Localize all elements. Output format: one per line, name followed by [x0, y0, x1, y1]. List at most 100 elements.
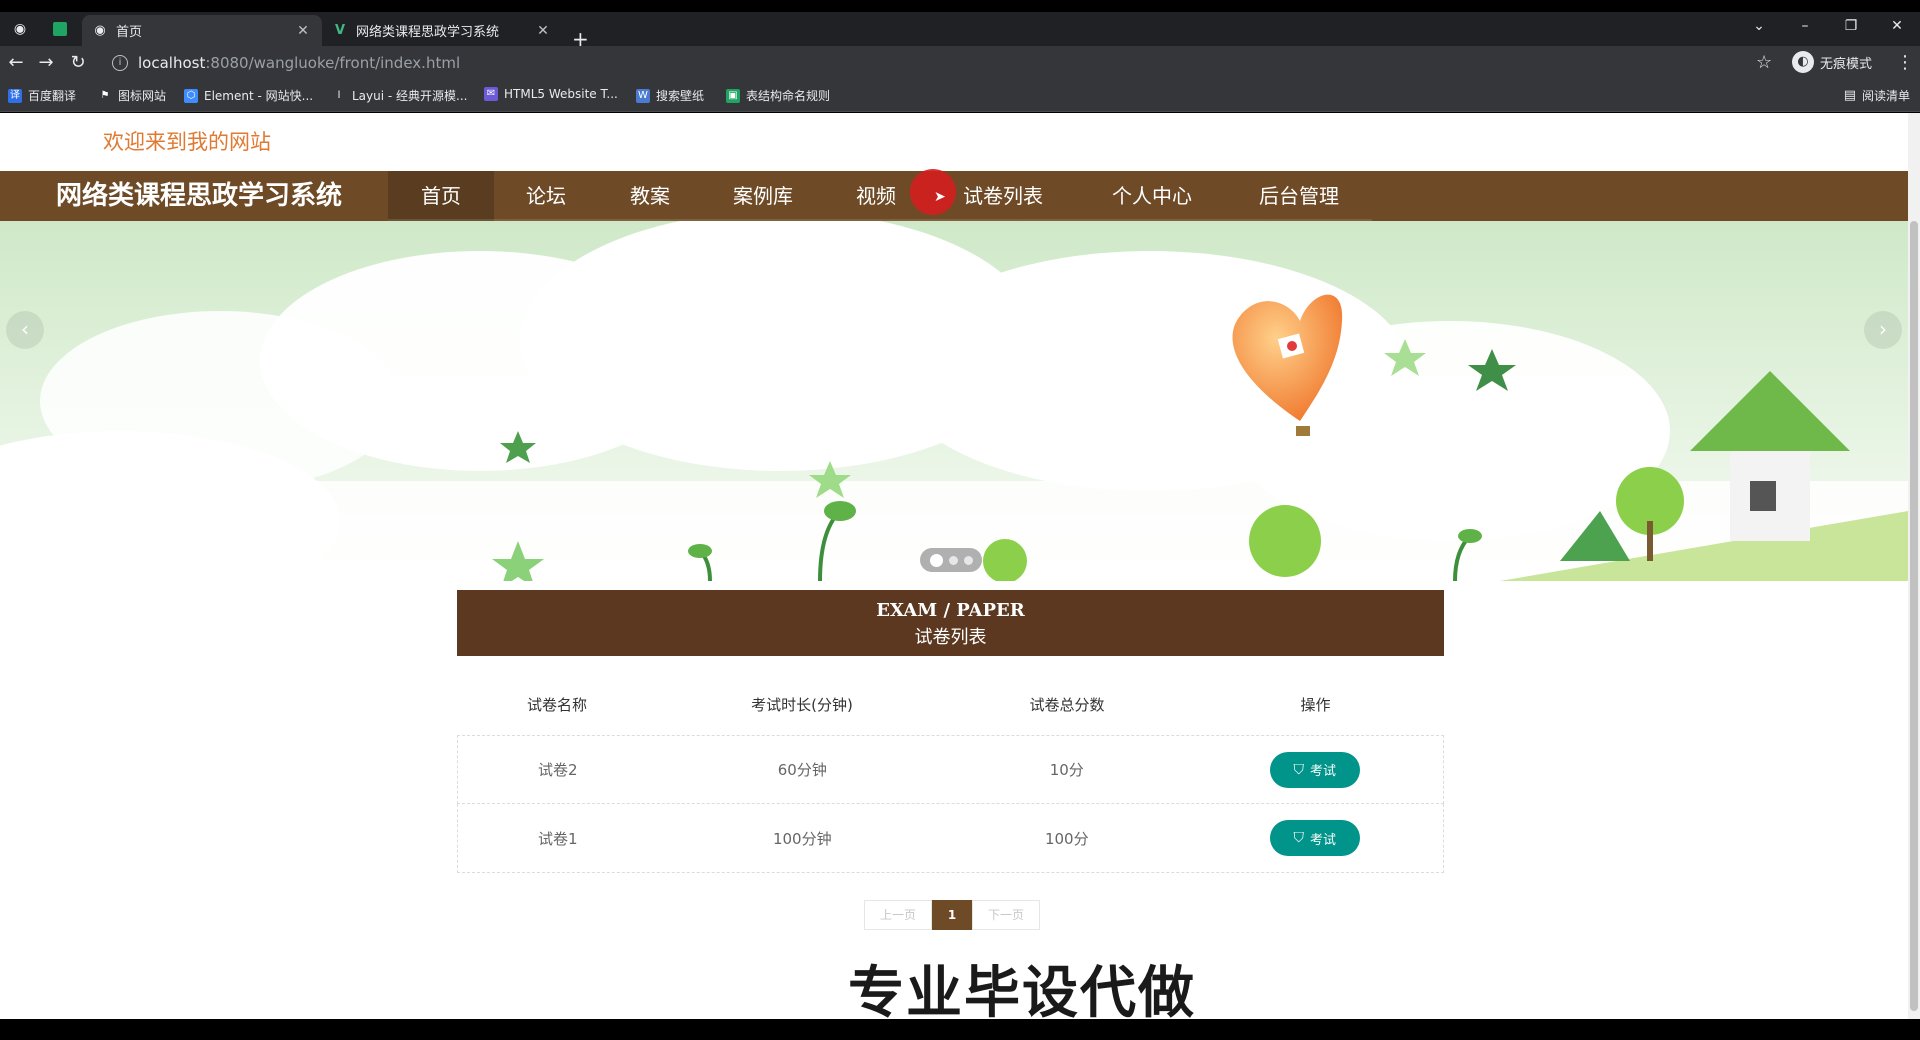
incognito-profile[interactable]: ◐ 无痕模式 [1792, 51, 1872, 73]
carousel-dot[interactable] [929, 553, 943, 567]
nav-case-library[interactable]: 案例库 [702, 171, 824, 221]
layui-icon: l [332, 88, 346, 103]
take-exam-button[interactable]: ⛉ 考试 [1269, 820, 1360, 856]
carousel-dot[interactable] [963, 555, 973, 565]
prev-page-button[interactable]: 上一页 [864, 900, 932, 930]
bookmark-item[interactable]: ⚑ 图标网站 [98, 87, 166, 104]
scrollbar-thumb[interactable] [1910, 221, 1918, 1011]
carousel-dot[interactable] [948, 555, 958, 565]
banner-carousel[interactable]: ‹ › [0, 221, 1908, 581]
screen: ◉ ◉ 首页 ✕ V 网络类课程思政学习系统 ✕ + ⌄ – ❐ ✕ ← → ↻… [0, 0, 1920, 1040]
pinned-tab-icon[interactable] [48, 17, 72, 41]
more-menu-icon[interactable]: ⋮ [1896, 52, 1914, 73]
section-header: EXAM / PAPER 试卷列表 [457, 590, 1444, 656]
table-row: 试卷1 100分钟 100分 ⛉ 考试 [457, 804, 1444, 873]
url-host: localhost [138, 54, 206, 72]
page-viewport: 欢迎来到我的网站 网络类课程思政学习系统 首页 论坛 教案 案例库 视频 试卷列… [0, 113, 1920, 1019]
watermark-text: 专业毕设代做 [848, 961, 1196, 1019]
page-scrollbar[interactable] [1908, 113, 1920, 1019]
vue-icon: V [334, 23, 346, 38]
minimize-icon[interactable]: – [1782, 12, 1828, 40]
page-1-button[interactable]: 1 [932, 900, 972, 930]
address-bar[interactable]: i localhost:8080/wangluoke/front/index.h… [102, 50, 1782, 76]
exam-name: 试卷2 [538, 761, 578, 779]
welcome-text: 欢迎来到我的网站 [103, 130, 271, 154]
close-window-icon[interactable]: ✕ [1874, 12, 1920, 40]
exam-duration: 60分钟 [777, 761, 827, 779]
bookmarks-bar: 译百度翻译 ⚑ 图标网站 ⬡ Element - 网站快... l Layui - 经… [0, 80, 1920, 112]
table-header: 试卷名称 考试时长(分钟) 试卷总分数 操作 [457, 673, 1444, 735]
profile-label: 无痕模式 [1820, 56, 1873, 72]
element-icon: ⬡ [184, 88, 198, 103]
nav-personal-center[interactable]: 个人中心 [1078, 171, 1226, 221]
window-controls: ⌄ – ❐ ✕ [1736, 12, 1920, 40]
globe-icon: ◉ [94, 23, 106, 38]
header-duration: 考试时长(分钟) [751, 695, 853, 714]
bottom-border [0, 1019, 1920, 1040]
nav-home[interactable]: 首页 [388, 171, 494, 221]
mouse-cursor-icon: ➤ [934, 189, 946, 205]
restore-icon[interactable]: ❐ [1828, 12, 1874, 40]
exam-table: 试卷名称 考试时长(分钟) 试卷总分数 操作 试卷2 60分钟 10分 ⛉ 考试… [457, 673, 1444, 873]
bookmark-item[interactable]: l Layui - 经典开源模... [332, 87, 467, 104]
tab-home[interactable]: ◉ 首页 ✕ [82, 15, 322, 46]
exam-score: 10分 [1049, 761, 1084, 779]
site-brand[interactable]: 网络类课程思政学习系统 [56, 171, 342, 221]
carousel-indicators [920, 548, 982, 572]
header-name: 试卷名称 [526, 695, 587, 714]
take-exam-label: 考试 [1309, 832, 1336, 848]
close-icon[interactable]: ✕ [294, 23, 312, 39]
back-icon[interactable]: ← [4, 52, 28, 76]
take-exam-button[interactable]: ⛉ 考试 [1269, 751, 1360, 788]
take-exam-label: 考试 [1309, 764, 1336, 779]
reading-list-label: 阅读清单 [1861, 89, 1910, 103]
html5-icon: ✉ [484, 87, 498, 101]
nav-forum[interactable]: 论坛 [494, 171, 598, 221]
incognito-icon: ◐ [1792, 51, 1814, 73]
cursor-highlight [910, 169, 956, 215]
bookmark-item[interactable]: ⬡ Element - 网站快... [184, 87, 313, 104]
bookmark-label: 图标网站 [118, 89, 167, 103]
tab-title: 网络类课程思政学习系统 [356, 25, 500, 40]
reading-list[interactable]: ▤ 阅读清单 [1844, 87, 1910, 104]
bookmark-label: 搜索壁纸 [656, 89, 705, 103]
tab-title: 首页 [116, 25, 143, 40]
table-row: 试卷2 60分钟 10分 ⛉ 考试 [457, 735, 1444, 804]
sheet-icon: ▣ [726, 88, 740, 103]
header-score: 试卷总分数 [1029, 695, 1105, 714]
info-icon[interactable]: i [112, 55, 128, 71]
wallpaper-icon: W [636, 88, 650, 103]
bookmark-item[interactable]: ▣ 表结构命名规则 [726, 87, 830, 104]
top-border [0, 0, 1920, 12]
nav-admin[interactable]: 后台管理 [1226, 171, 1372, 221]
banner-illustration [0, 221, 1908, 581]
next-page-button[interactable]: 下一页 [972, 900, 1040, 930]
bookmark-item[interactable]: W 搜索壁纸 [636, 87, 704, 104]
action-cell: ⛉ 考试 [1187, 820, 1443, 856]
exam-name: 试卷1 [538, 829, 578, 848]
shield-check-icon: ⛉ [1293, 830, 1304, 846]
bookmark-label: 百度翻译 [28, 89, 77, 103]
bookmark-item[interactable]: 译百度翻译 [8, 87, 76, 104]
section-title-cn: 试卷列表 [914, 627, 987, 648]
banner-next-button[interactable]: › [1864, 311, 1902, 349]
tab-search-icon[interactable]: ⌄ [1736, 12, 1782, 40]
bookmark-item[interactable]: ✉ HTML5 Website T... [484, 87, 618, 101]
reload-icon[interactable]: ↻ [66, 52, 90, 76]
section-title-en: EXAM / PAPER [876, 600, 1025, 621]
translate-icon: 译 [8, 88, 22, 103]
pagination: 上一页 1 下一页 [864, 900, 1040, 930]
reading-list-icon: ▤ [1843, 88, 1856, 103]
tab-system[interactable]: V 网络类课程思政学习系统 ✕ [322, 15, 562, 46]
close-icon[interactable]: ✕ [534, 23, 552, 39]
shield-check-icon: ⛉ [1293, 761, 1304, 778]
chrome-menu-icon[interactable]: ◉ [8, 17, 32, 41]
bookmark-label: 表结构命名规则 [746, 89, 831, 103]
action-cell: ⛉ 考试 [1187, 751, 1443, 788]
banner-prev-button[interactable]: ‹ [6, 311, 44, 349]
bookmark-star-icon[interactable]: ☆ [1756, 52, 1772, 73]
exam-score: 100分 [1044, 829, 1089, 848]
url-path: :8080/wangluoke/front/index.html [205, 54, 461, 72]
nav-lesson-plans[interactable]: 教案 [598, 171, 702, 221]
forward-icon[interactable]: → [34, 52, 58, 76]
